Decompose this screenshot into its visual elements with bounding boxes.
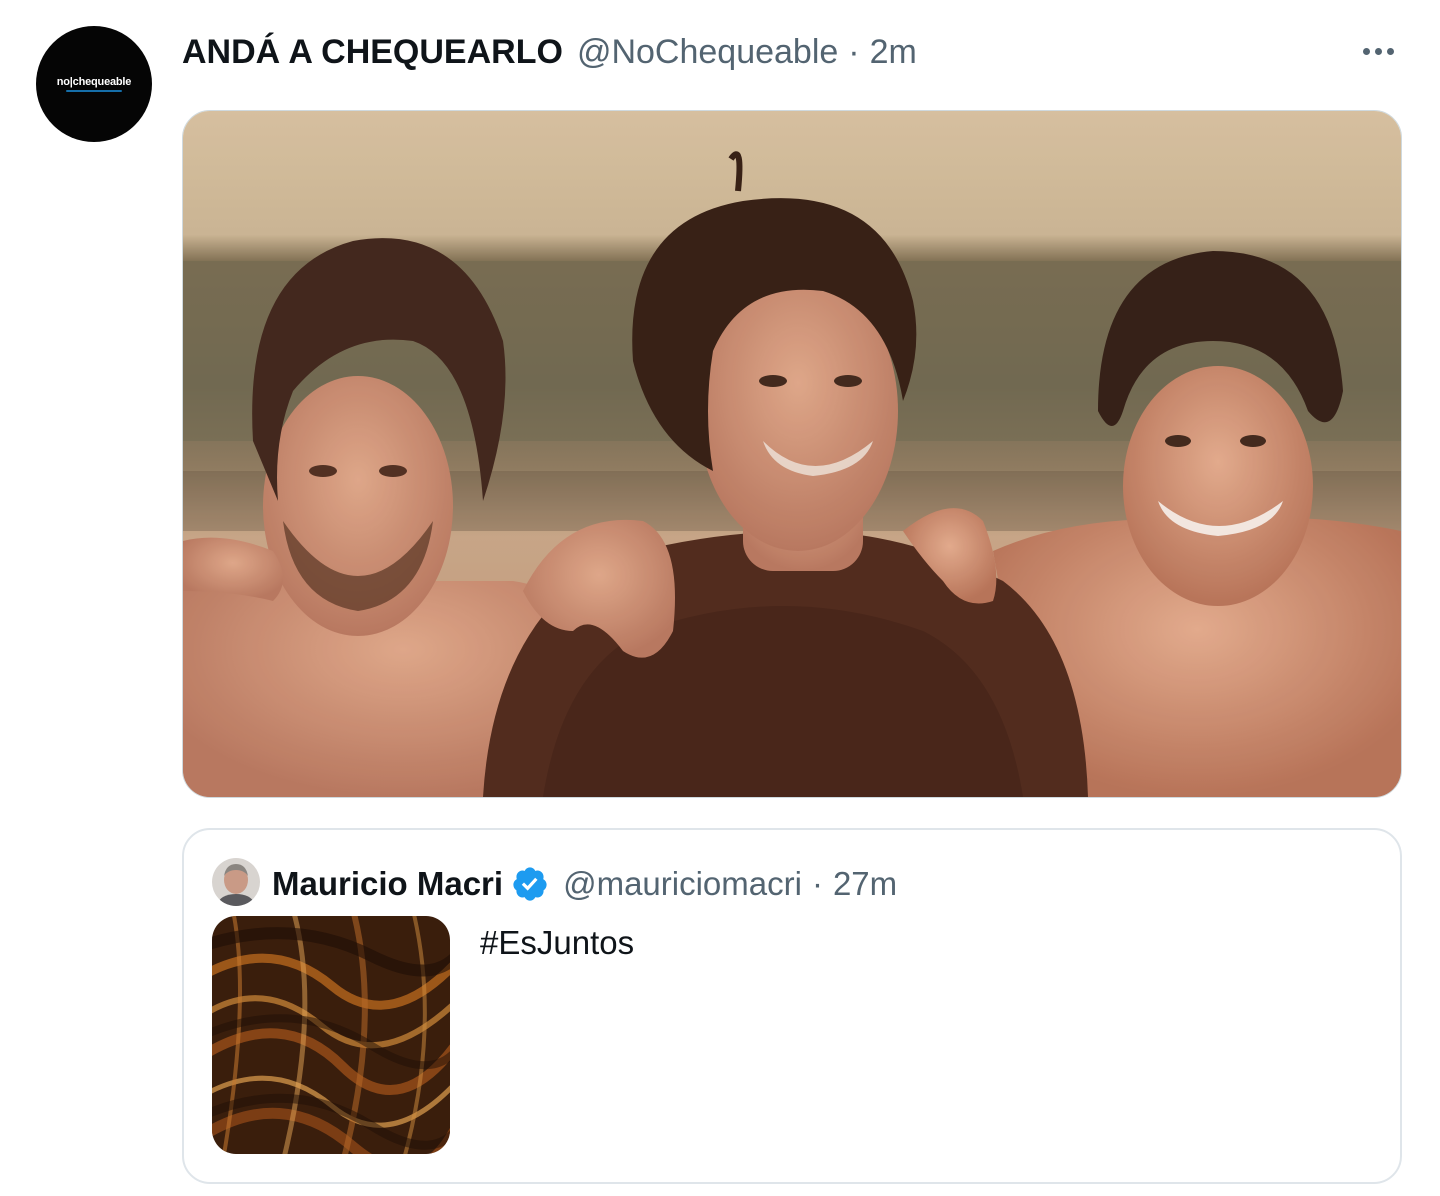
tweet-photo[interactable]	[182, 110, 1402, 798]
more-dot	[1362, 47, 1370, 55]
quoted-tweet[interactable]: Mauricio Macri @mauriciomacri · 27m #EsJ…	[182, 828, 1402, 1184]
quoted-tweet-photo[interactable]	[212, 916, 450, 1154]
avatar-logo: no|chequeable	[57, 76, 131, 92]
quoted-author-avatar[interactable]	[212, 858, 260, 906]
tweet[interactable]: no|chequeable ANDÁ A CHEQUEARLO @NoChequ…	[0, 0, 1440, 1196]
verified-badge-icon	[511, 865, 549, 903]
more-options-icon[interactable]	[1356, 36, 1400, 66]
more-dot	[1374, 47, 1382, 55]
tweet-header: ANDÁ A CHEQUEARLO @NoChequeable · 2m	[182, 30, 917, 74]
quoted-avatar-photo	[212, 858, 260, 906]
quoted-author-display-name: Mauricio Macri	[272, 865, 504, 902]
author-display-name[interactable]: ANDÁ A CHEQUEARLO	[182, 33, 563, 72]
author-handle[interactable]: @NoChequeable	[577, 33, 838, 72]
quoted-tweet-text: #EsJuntos	[480, 924, 635, 961]
photo-three-men-beach	[183, 111, 1401, 797]
more-dot	[1386, 47, 1394, 55]
author-avatar[interactable]: no|chequeable	[36, 26, 152, 142]
quoted-tweet-timestamp: 27m	[832, 865, 898, 902]
tweet-timestamp[interactable]: 2m	[870, 33, 917, 72]
hair-texture-photo	[212, 916, 450, 1154]
quoted-tweet-header: Mauricio Macri @mauriciomacri · 27m	[272, 862, 897, 906]
header-separator: ·	[848, 32, 860, 71]
avatar-logo-text: no|chequeable	[56, 76, 132, 88]
quoted-author-handle: @mauriciomacri	[563, 865, 802, 902]
avatar-logo-underline	[65, 90, 122, 92]
quoted-header-separator: ·	[811, 865, 823, 902]
